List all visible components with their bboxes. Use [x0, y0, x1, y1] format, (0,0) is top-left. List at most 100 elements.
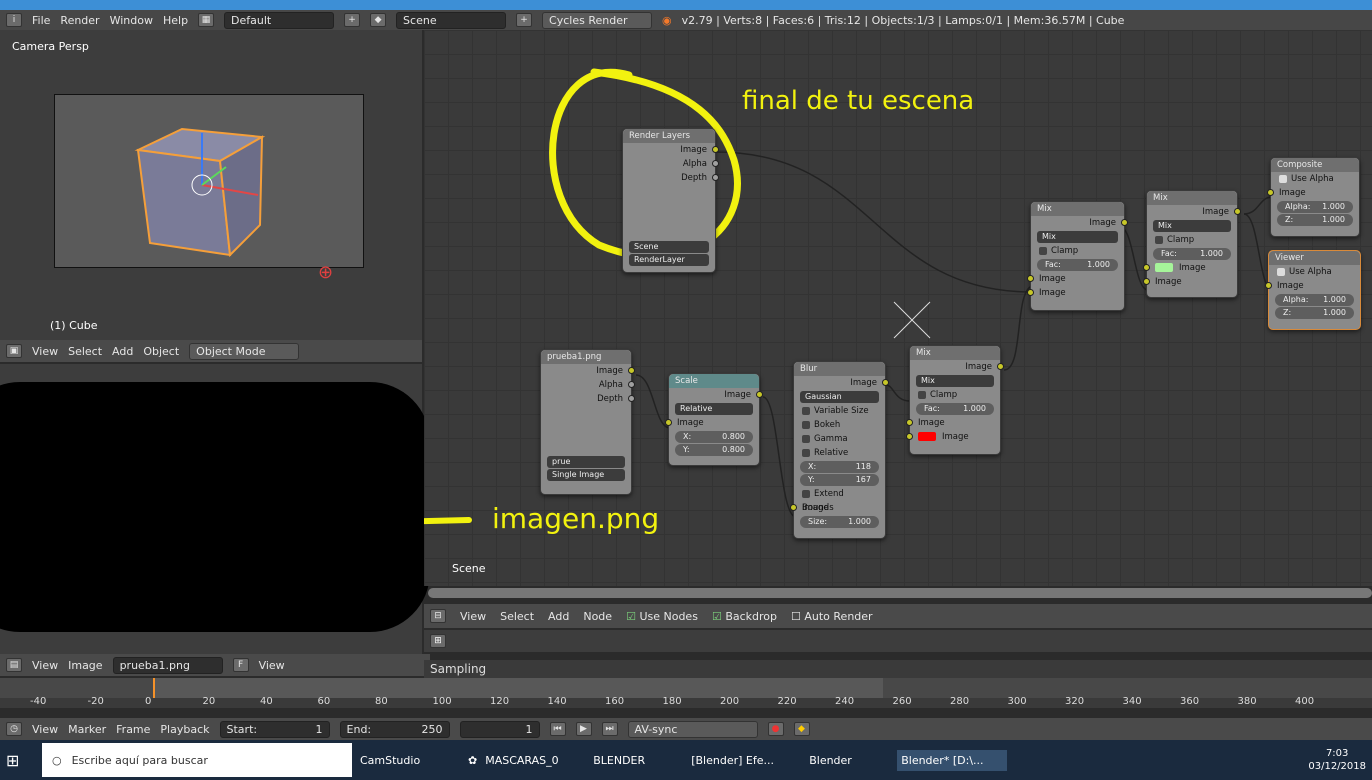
current-frame-marker[interactable]	[153, 678, 155, 698]
layout-icon[interactable]: ▦	[198, 13, 215, 27]
taskbar-app-camstudio[interactable]: CamStudio	[360, 754, 460, 767]
image-node[interactable]: prueba1.png Image Alpha Depth prue Singl…	[540, 349, 635, 495]
vp-menu-select[interactable]: Select	[68, 345, 102, 358]
backdrop-checkbox[interactable]: ☑ Backdrop	[712, 610, 777, 623]
taskbar-app-blender-folder[interactable]: BLENDER	[593, 754, 683, 767]
vp-menu-view[interactable]: View	[32, 345, 58, 358]
keyframe-icon[interactable]: ◆	[793, 722, 810, 736]
taskbar-search[interactable]: ○ Escribe aquí para buscar	[42, 743, 352, 777]
ie-menu-view[interactable]: View	[32, 659, 58, 672]
menu-file[interactable]: File	[32, 14, 50, 27]
blur-opt-gamma[interactable]: Gamma	[794, 432, 885, 446]
windows-start-icon[interactable]: ⊞	[6, 751, 34, 770]
composite-z-field[interactable]: Z: 1.000	[1277, 214, 1353, 226]
menu-render[interactable]: Render	[60, 14, 99, 27]
viewer-alpha-field[interactable]: Alpha: 1.000	[1275, 294, 1354, 306]
cube-object[interactable]	[130, 125, 270, 265]
timeline-ruler[interactable]: -40 -20 0 20 40 60 80 100 120 140 160 180 200 220 240 2…	[0, 678, 1372, 708]
ne-menu-node[interactable]: Node	[583, 610, 612, 623]
mix-node-2[interactable]: Mix Image Mix Clamp Fac: 1.000 Image Imag…	[1027, 201, 1128, 311]
taskbar-app-chrome[interactable]: [Blender] Efe...	[691, 754, 801, 767]
input-socket[interactable]	[906, 419, 913, 426]
output-socket[interactable]	[756, 391, 763, 398]
output-socket[interactable]	[628, 381, 635, 388]
composite-use-alpha[interactable]: Use Alpha	[1271, 172, 1359, 186]
blur-extend-bounds[interactable]: Extend Bounds	[794, 487, 885, 513]
input-socket[interactable]	[1143, 278, 1150, 285]
auto-render-checkbox[interactable]: ☐ Auto Render	[791, 610, 873, 623]
editor-type-icon[interactable]: ▣	[6, 344, 22, 358]
blur-opt-bokeh[interactable]: Bokeh	[794, 418, 885, 432]
output-socket[interactable]	[1234, 208, 1241, 215]
sync-select[interactable]: AV-sync	[627, 720, 758, 738]
rl-layer-select[interactable]: RenderLayer	[629, 254, 709, 266]
composite-alpha-field[interactable]: Alpha: 1.000	[1277, 201, 1353, 213]
input-socket[interactable]	[1267, 189, 1274, 196]
ne-menu-view[interactable]: View	[460, 610, 486, 623]
mix3-fac-field[interactable]: Fac: 1.000	[1153, 248, 1231, 260]
input-socket[interactable]	[906, 433, 913, 440]
rl-scene-field[interactable]: Scene	[629, 241, 709, 253]
input-socket[interactable]	[1143, 264, 1150, 271]
output-socket[interactable]	[882, 379, 889, 386]
img-source-select[interactable]: Single Image	[547, 469, 625, 481]
mix-node-3[interactable]: Mix Image Mix Clamp Fac: 1.000 Image Imag…	[1143, 190, 1241, 298]
taskbar-app-mascaras[interactable]: MASCARAS_0	[485, 754, 585, 767]
mix3-clamp[interactable]: Clamp	[1147, 233, 1237, 247]
mix1-fac-field[interactable]: Fac: 1.000	[916, 403, 994, 415]
viewer-node[interactable]: Viewer Use Alpha Image Alpha: 1.000 Z: 1.0…	[1265, 250, 1361, 330]
taskbar-app-blender-active[interactable]: Blender* [D:\...	[897, 749, 1008, 771]
input-socket[interactable]	[1027, 275, 1034, 282]
input-socket[interactable]	[1027, 289, 1034, 296]
input-socket[interactable]	[1265, 282, 1272, 289]
viewer-use-alpha[interactable]: Use Alpha	[1269, 265, 1360, 279]
mix2-clamp[interactable]: Clamp	[1031, 244, 1124, 258]
start-frame-field[interactable]: Start: 1	[219, 720, 330, 738]
scale-y-field[interactable]: Y: 0.800	[675, 444, 753, 456]
viewer-z-field[interactable]: Z: 1.000	[1275, 307, 1354, 319]
output-socket[interactable]	[628, 395, 635, 402]
vp-menu-add[interactable]: Add	[112, 345, 133, 358]
mix1-mode-select[interactable]: Mix	[916, 375, 994, 387]
mix-node-1[interactable]: Mix Image Mix Clamp Fac: 1.000 Image Imag…	[906, 345, 1004, 455]
add-layout-icon[interactable]: +	[344, 13, 361, 27]
mix1-color-swatch[interactable]	[918, 432, 936, 441]
image-editor[interactable]	[0, 364, 430, 654]
scale-node[interactable]: Scale Image Relative Image X: 0.800 Y: 0.8…	[665, 373, 763, 466]
add-scene-icon[interactable]: +	[516, 13, 533, 27]
use-nodes-checkbox[interactable]: ☑ Use Nodes	[626, 610, 698, 623]
ne-menu-add[interactable]: Add	[548, 610, 569, 623]
mix2-fac-field[interactable]: Fac: 1.000	[1037, 259, 1118, 271]
img-name-field[interactable]: prue	[547, 456, 625, 468]
input-socket[interactable]	[790, 504, 797, 511]
input-socket[interactable]	[665, 419, 672, 426]
blur-y-field[interactable]: Y: 167	[800, 474, 879, 486]
output-socket[interactable]	[712, 160, 719, 167]
properties-type-icon[interactable]: ⊞	[430, 634, 446, 648]
tl-menu-view[interactable]: View	[32, 723, 58, 736]
info-editor-icon[interactable]: i	[6, 13, 22, 27]
end-frame-field[interactable]: End: 250	[339, 720, 450, 738]
mix3-color-swatch[interactable]	[1155, 263, 1173, 272]
timeline-type-icon[interactable]: ◷	[6, 722, 22, 736]
blur-type-select[interactable]: Gaussian	[800, 391, 879, 403]
tl-menu-marker[interactable]: Marker	[68, 723, 106, 736]
output-socket[interactable]	[712, 174, 719, 181]
mode-select[interactable]: Object Mode	[189, 342, 300, 360]
menu-help[interactable]: Help	[163, 14, 188, 27]
tl-menu-frame[interactable]: Frame	[116, 723, 150, 736]
output-socket[interactable]	[712, 146, 719, 153]
vp-menu-object[interactable]: Object	[143, 345, 179, 358]
taskbar-app-blender[interactable]: Blender	[809, 754, 889, 767]
current-frame-field[interactable]: 1	[459, 720, 540, 738]
mix1-clamp[interactable]: Clamp	[910, 388, 1000, 402]
image-name-field[interactable]: prueba1.png	[112, 656, 223, 674]
tl-menu-playback[interactable]: Playback	[160, 723, 209, 736]
layout-field[interactable]: Default	[224, 11, 335, 29]
render-layers-node[interactable]: Render Layers Image Alpha Depth Scene Re…	[622, 128, 719, 273]
scale-mode-select[interactable]: Relative	[675, 403, 753, 415]
composite-node[interactable]: Composite Use Alpha Image Alpha: 1.000 Z:…	[1267, 157, 1360, 237]
sunflower-icon[interactable]: ✿	[468, 754, 477, 767]
menu-window[interactable]: Window	[110, 14, 153, 27]
blur-size-field[interactable]: Size: 1.000	[800, 516, 879, 528]
